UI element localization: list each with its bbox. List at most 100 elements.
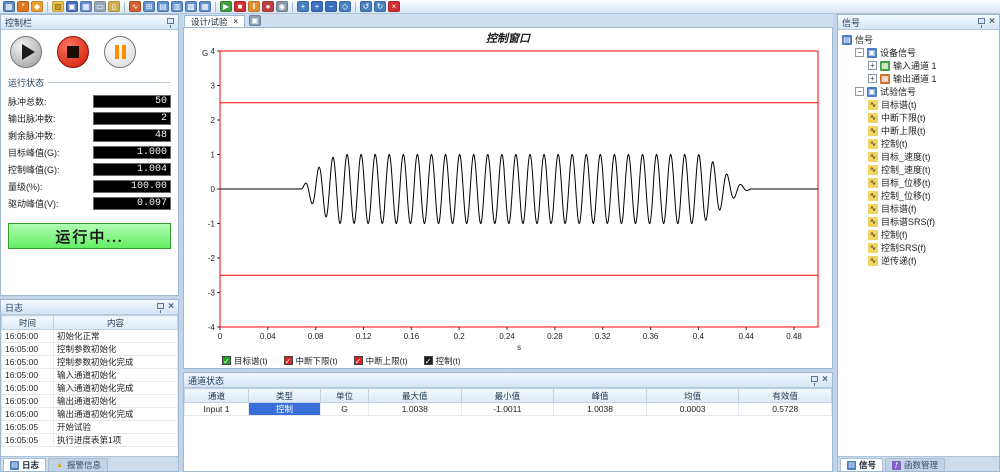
tab-function-manager[interactable]: ƒ函数管理 — [885, 458, 945, 471]
cursor-icon[interactable]: + — [297, 1, 309, 12]
center-column: 设计/试验 × ▣ 控制窗口 43210-1-2-3-400.040.080.1… — [183, 14, 833, 472]
channel-cell: -1.0011 — [461, 403, 554, 416]
save-icon[interactable]: ▣ — [66, 1, 78, 12]
tab-signal[interactable]: ▤信号 — [840, 458, 883, 471]
x-tick-label: 0.48 — [786, 332, 802, 341]
split-vertical-icon[interactable]: ▥ — [171, 1, 183, 12]
channel-column-header: 均值 — [646, 389, 739, 403]
tree-item[interactable]: −▣设备信号 — [838, 46, 999, 59]
tab-label: 日志 — [22, 459, 39, 471]
stop-button[interactable] — [57, 36, 89, 68]
x-tick-label: 0.32 — [595, 332, 611, 341]
collapse-icon[interactable]: − — [855, 48, 864, 57]
new-chart-icon[interactable]: ∿ — [129, 1, 141, 12]
legend-checkbox[interactable]: ✓ — [284, 356, 293, 365]
pause-button[interactable] — [104, 36, 136, 68]
tree-item[interactable]: ∿中断上限(t) — [838, 124, 999, 137]
expand-icon[interactable]: + — [868, 74, 877, 83]
log-row[interactable]: 16:05:00控制参数初始化 — [2, 343, 178, 356]
grid-view-icon[interactable]: ⊞ — [143, 1, 155, 12]
pin-icon[interactable] — [811, 376, 818, 382]
pin-icon[interactable] — [978, 18, 985, 24]
tree-item[interactable]: ∿逆传递(f) — [838, 254, 999, 267]
tree-item[interactable]: ∿控制_位移(t) — [838, 189, 999, 202]
legend-checkbox[interactable]: ✓ — [354, 356, 363, 365]
tree-item[interactable]: ∿控制_速度(t) — [838, 163, 999, 176]
tab-design-test[interactable]: 设计/试验 × — [184, 15, 245, 27]
print-icon[interactable]: ▭ — [94, 1, 106, 12]
capture-icon[interactable]: ▣ — [249, 15, 261, 26]
y-tick-label: -1 — [208, 220, 216, 229]
log-row[interactable]: 16:05:00控制参数初始化完成 — [2, 356, 178, 369]
open-project-icon[interactable]: ▨ — [52, 1, 64, 12]
tree-item[interactable]: ∿目标谱(f) — [838, 202, 999, 215]
legend-label: 中断上限(t) — [366, 355, 408, 367]
tree-item[interactable]: ∿目标谱(t) — [838, 98, 999, 111]
pan-icon[interactable]: ◇ — [339, 1, 351, 12]
gear-icon[interactable]: * — [17, 1, 29, 12]
channel-header-row: 通道类型单位最大值最小值峰值均值有效值 — [185, 389, 832, 403]
start-button[interactable] — [10, 36, 42, 68]
tree-item[interactable]: +▦输入通道 1 — [838, 59, 999, 72]
pin-icon[interactable] — [157, 303, 164, 309]
log-row[interactable]: 16:05:05执行进度表第1项 — [2, 434, 178, 447]
zoom-in-icon[interactable]: + — [311, 1, 323, 12]
y-tick-label: 1 — [211, 151, 216, 160]
close-icon[interactable]: × — [388, 1, 400, 12]
channel-row[interactable]: Input 1控制G1.0038-1.00111.00380.00030.572… — [185, 403, 832, 416]
tree-item-label: 设备信号 — [880, 46, 916, 59]
tree-item[interactable]: ∿控制SRS(f) — [838, 241, 999, 254]
tab-close-icon[interactable]: × — [233, 18, 238, 26]
log-row[interactable]: 16:05:00输出通道初始化 — [2, 395, 178, 408]
zoom-out-icon[interactable]: − — [325, 1, 337, 12]
stop-test-icon[interactable]: ■ — [234, 1, 246, 12]
waveform-icon: ∿ — [868, 204, 878, 214]
close-icon[interactable]: × — [168, 302, 174, 312]
channel-type-cell[interactable]: 控制 — [249, 403, 321, 416]
legend-checkbox[interactable]: ✓ — [424, 356, 433, 365]
tree-item[interactable]: ∿控制(t) — [838, 137, 999, 150]
start-test-icon[interactable]: ▶ — [220, 1, 232, 12]
legend-item: ✓控制(t) — [424, 355, 461, 367]
channel-table-body: Input 1控制G1.0038-1.00111.00380.00030.572… — [185, 403, 832, 416]
tree-item[interactable]: ∿控制(f) — [838, 228, 999, 241]
undo-icon[interactable]: ↺ — [360, 1, 372, 12]
log-row[interactable]: 16:05:00输入通道初始化 — [2, 369, 178, 382]
tree-item[interactable]: ∿目标谱SRS(f) — [838, 215, 999, 228]
tab-alarm-info[interactable]: ▲报警信息 — [48, 458, 108, 471]
close-icon[interactable]: × — [989, 17, 995, 27]
overlay-view-icon[interactable]: ▩ — [185, 1, 197, 12]
log-row[interactable]: 16:05:00输入通道初始化完成 — [2, 382, 178, 395]
close-icon[interactable]: × — [822, 375, 828, 385]
pause-test-icon[interactable]: ‖ — [248, 1, 260, 12]
monitor-icon[interactable]: ▦ — [3, 1, 15, 12]
channel-column-header: 最大值 — [369, 389, 462, 403]
log-cell-time: 16:05:05 — [2, 434, 54, 447]
pin-icon[interactable] — [167, 18, 174, 24]
log-row[interactable]: 16:05:00初始化正常 — [2, 330, 178, 343]
tree-item-label: 目标谱(f) — [881, 202, 917, 215]
record-icon[interactable]: ● — [262, 1, 274, 12]
tree-item[interactable]: ∿目标_速度(t) — [838, 150, 999, 163]
redo-icon[interactable]: ↻ — [374, 1, 386, 12]
tab-log[interactable]: ▤日志 — [3, 458, 46, 471]
expand-icon[interactable]: + — [868, 61, 877, 70]
collapse-icon[interactable]: − — [855, 87, 864, 96]
snapshot-icon[interactable]: ◉ — [276, 1, 288, 12]
table-view-icon[interactable]: ▦ — [199, 1, 211, 12]
tree-item[interactable]: ▤信号 — [838, 33, 999, 46]
waveform-icon: ∿ — [868, 126, 878, 136]
split-horizontal-icon[interactable]: ▤ — [157, 1, 169, 12]
legend-checkbox[interactable]: ✓ — [222, 356, 231, 365]
wrench-icon[interactable]: ◆ — [31, 1, 43, 12]
log-row[interactable]: 16:05:05开始试验 — [2, 421, 178, 434]
log-cell-content: 控制参数初始化 — [54, 343, 178, 356]
tree-item[interactable]: −▣试验信号 — [838, 85, 999, 98]
log-row[interactable]: 16:05:00输出通道初始化完成 — [2, 408, 178, 421]
tree-item[interactable]: +▦输出通道 1 — [838, 72, 999, 85]
report-icon[interactable]: ▯ — [108, 1, 120, 12]
save-all-icon[interactable]: ▦ — [80, 1, 92, 12]
tree-item[interactable]: ∿目标_位移(t) — [838, 176, 999, 189]
tree-item-label: 目标_位移(t) — [881, 176, 931, 189]
tree-item[interactable]: ∿中断下限(t) — [838, 111, 999, 124]
